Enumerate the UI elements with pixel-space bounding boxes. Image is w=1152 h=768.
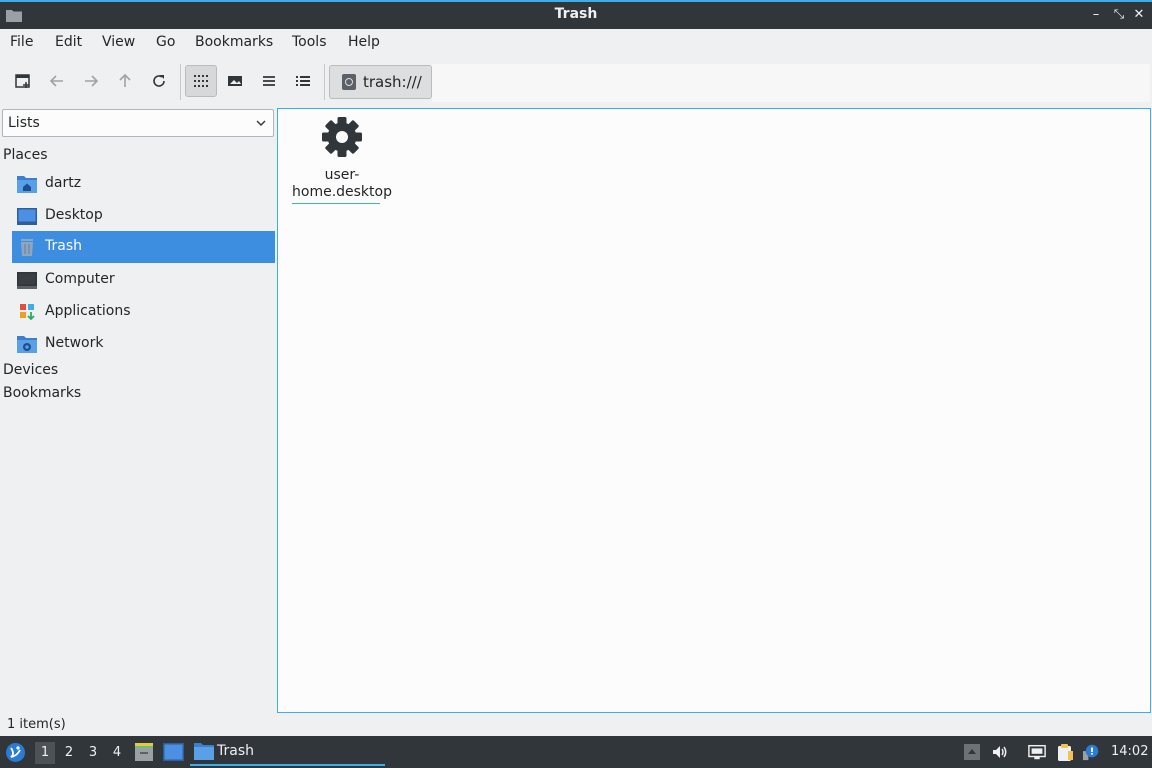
file-view[interactable]: user- home.desktop bbox=[277, 108, 1151, 713]
maximize-button[interactable]: ⤡ bbox=[1110, 6, 1128, 24]
new-tab-icon bbox=[15, 74, 30, 88]
sidebar-item-label: Network bbox=[45, 335, 104, 351]
file-item[interactable]: user- home.desktop bbox=[290, 114, 394, 204]
thumbnail-view-button[interactable] bbox=[219, 65, 251, 97]
status-text: 1 item(s) bbox=[7, 717, 66, 732]
menu-view[interactable]: View bbox=[102, 34, 135, 50]
active-task-indicator bbox=[190, 764, 385, 766]
reload-icon bbox=[153, 75, 165, 87]
trash-icon bbox=[21, 239, 33, 256]
sidebar-item-label: Computer bbox=[45, 271, 115, 287]
tray-expand-icon[interactable] bbox=[963, 743, 981, 761]
focus-underline bbox=[292, 203, 380, 204]
folder-icon bbox=[194, 743, 214, 760]
chevron-down-icon bbox=[256, 120, 266, 126]
workspace-2[interactable]: 2 bbox=[59, 742, 79, 764]
side-pane-mode-value: Lists bbox=[8, 115, 40, 131]
sidebar-item-computer[interactable]: Computer bbox=[12, 264, 275, 296]
menu-help[interactable]: Help bbox=[348, 34, 380, 50]
file-name: user- home.desktop bbox=[290, 167, 394, 201]
menu-bar: File Edit View Go Bookmarks Tools Help bbox=[0, 29, 1152, 57]
side-pane-mode-select[interactable]: Lists bbox=[2, 109, 274, 137]
applications-icon bbox=[20, 304, 35, 321]
sidebar-item-network[interactable]: Network bbox=[12, 328, 275, 360]
window-title: Trash bbox=[554, 6, 598, 22]
window-titlebar[interactable]: Trash – ⤡ ✕ bbox=[0, 0, 1152, 29]
network-folder-icon bbox=[17, 336, 37, 353]
toolbar-separator bbox=[180, 64, 181, 100]
places-header[interactable]: Places bbox=[3, 147, 48, 163]
toolbar-separator bbox=[324, 64, 325, 100]
sidebar-item-desktop[interactable]: Desktop bbox=[12, 200, 275, 232]
close-button[interactable]: ✕ bbox=[1130, 6, 1148, 24]
up-arrow-icon bbox=[119, 73, 131, 87]
clipboard-icon[interactable] bbox=[1056, 743, 1074, 761]
workspace-1[interactable]: 1 bbox=[35, 742, 55, 764]
file-name-line: user- bbox=[324, 167, 360, 183]
sidebar-item-label: Applications bbox=[45, 303, 131, 319]
reload-button[interactable] bbox=[143, 65, 175, 97]
taskbar: 1 2 3 4 Trash 14:02 bbox=[0, 736, 1152, 768]
menu-bookmarks[interactable]: Bookmarks bbox=[195, 34, 273, 50]
path-bar-button[interactable]: trash:/// bbox=[329, 65, 432, 99]
show-desktop-icon[interactable] bbox=[163, 743, 184, 761]
sidebar: Lists Places dartz Desktop Trash Compute… bbox=[0, 107, 276, 713]
network-wired-icon[interactable] bbox=[1028, 743, 1046, 761]
new-tab-button[interactable] bbox=[7, 65, 39, 97]
path-label: trash:/// bbox=[363, 73, 422, 91]
bookmarks-header[interactable]: Bookmarks bbox=[3, 385, 81, 401]
devices-header[interactable]: Devices bbox=[3, 362, 58, 378]
sidebar-item-label: dartz bbox=[45, 175, 82, 191]
menu-file[interactable]: File bbox=[10, 34, 33, 50]
notification-icon[interactable] bbox=[1083, 743, 1101, 761]
file-manager-launcher-icon[interactable] bbox=[134, 742, 154, 762]
back-arrow-icon bbox=[49, 75, 63, 87]
detailed-list-view-icon bbox=[296, 76, 310, 86]
menu-tools[interactable]: Tools bbox=[292, 34, 327, 50]
icon-view-button[interactable] bbox=[185, 65, 217, 97]
path-bar-area[interactable] bbox=[432, 64, 1150, 102]
workspace-4[interactable]: 4 bbox=[107, 742, 127, 764]
up-button[interactable] bbox=[109, 65, 141, 97]
volume-icon[interactable] bbox=[991, 743, 1009, 761]
file-name-line: home.desktop bbox=[292, 184, 392, 200]
compact-view-button[interactable] bbox=[253, 65, 285, 97]
gear-icon bbox=[322, 117, 362, 157]
minimize-button[interactable]: – bbox=[1087, 6, 1105, 24]
compact-view-icon bbox=[263, 76, 275, 86]
task-label: Trash bbox=[217, 743, 254, 759]
clock[interactable]: 14:02 bbox=[1111, 744, 1148, 759]
toolbar: trash:/// bbox=[0, 62, 1152, 102]
sidebar-item-label: Trash bbox=[45, 238, 82, 254]
menu-go[interactable]: Go bbox=[156, 34, 175, 50]
thumbnail-view-icon bbox=[228, 76, 242, 86]
menu-edit[interactable]: Edit bbox=[55, 34, 82, 50]
sidebar-item-dartz[interactable]: dartz bbox=[12, 168, 275, 200]
forward-button[interactable] bbox=[75, 65, 107, 97]
icon-view-icon bbox=[194, 75, 208, 87]
back-button[interactable] bbox=[41, 65, 73, 97]
task-button-trash[interactable]: Trash bbox=[190, 736, 385, 768]
workspace-3[interactable]: 3 bbox=[83, 742, 103, 764]
trash-location-icon bbox=[342, 74, 356, 90]
home-folder-icon bbox=[17, 176, 37, 193]
computer-icon bbox=[17, 272, 37, 289]
sidebar-item-trash[interactable]: Trash bbox=[12, 231, 275, 263]
start-menu-icon[interactable] bbox=[5, 742, 26, 763]
sidebar-item-applications[interactable]: Applications bbox=[12, 296, 275, 328]
desktop-icon bbox=[17, 208, 37, 225]
sidebar-item-label: Desktop bbox=[45, 207, 103, 223]
forward-arrow-icon bbox=[85, 75, 99, 87]
detailed-list-view-button[interactable] bbox=[287, 65, 319, 97]
